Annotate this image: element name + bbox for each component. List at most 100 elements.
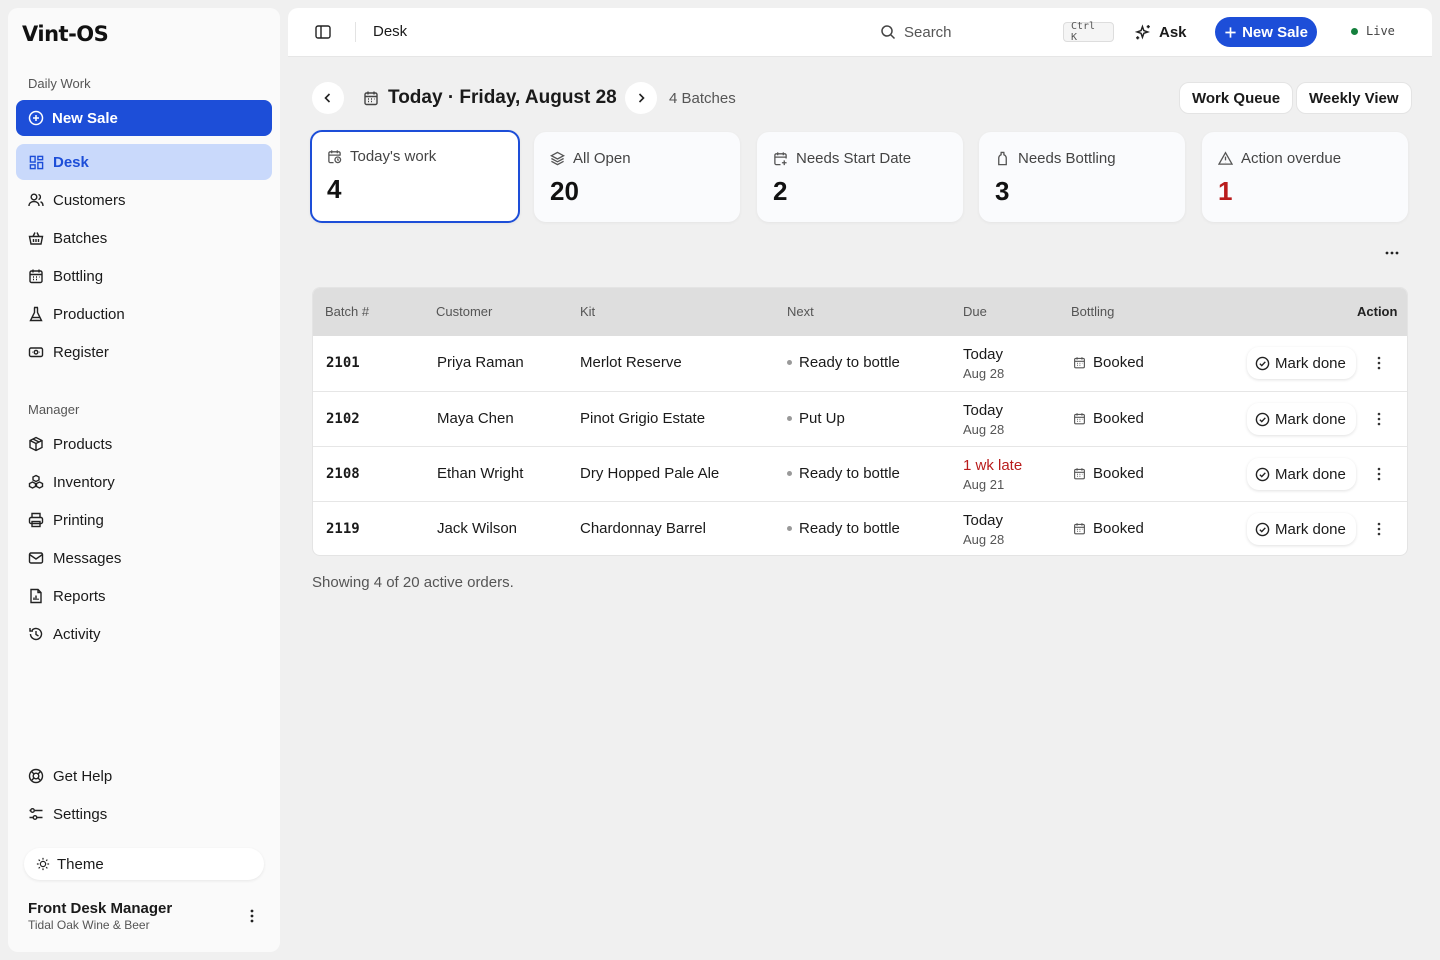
section-label-manager: Manager xyxy=(28,402,80,417)
weekly-view-button[interactable]: Weekly View xyxy=(1296,82,1412,114)
vertical-dots-icon xyxy=(1377,522,1381,536)
column-header-customer[interactable]: Customer xyxy=(436,304,492,319)
sidebar-item-printing[interactable]: Printing xyxy=(16,502,272,538)
due-label: Today xyxy=(963,512,1004,529)
table-row[interactable]: 2101 Priya Raman Merlot Reserve Ready to… xyxy=(313,336,1407,391)
sidebar: Vint-OS Daily Work New Sale Desk Custome… xyxy=(8,8,280,952)
sidebar-item-batches[interactable]: Batches xyxy=(16,220,272,256)
sidebar-item-settings[interactable]: Settings xyxy=(16,796,272,832)
app-logo[interactable]: Vint-OS xyxy=(22,22,132,48)
table-footer-note: Showing 4 of 20 active orders. xyxy=(312,574,514,591)
next-step: Ready to bottle xyxy=(787,465,900,482)
chevron-right-icon xyxy=(638,93,645,103)
row-menu-button[interactable] xyxy=(1371,466,1387,482)
due-date: Aug 21 xyxy=(963,477,1005,492)
sidebar-item-register[interactable]: Register xyxy=(16,334,272,370)
column-header-bottling[interactable]: Bottling xyxy=(1071,304,1114,319)
card-todays-work[interactable]: Today's work 4 xyxy=(310,130,520,223)
table-row[interactable]: 2102 Maya Chen Pinot Grigio Estate Put U… xyxy=(313,391,1407,446)
kit-name: Dry Hopped Pale Ale xyxy=(580,465,720,482)
mark-done-label: Mark done xyxy=(1275,465,1346,483)
table-header: Batch # Customer Kit Next Due Bottling A… xyxy=(313,288,1407,336)
sidebar-item-production[interactable]: Production xyxy=(16,296,272,332)
batch-number: 2119 xyxy=(326,521,360,537)
sidebar-item-customers[interactable]: Customers xyxy=(16,182,272,218)
sidebar-item-inventory[interactable]: Inventory xyxy=(16,464,272,500)
theme-toggle-button[interactable]: Theme xyxy=(24,848,264,880)
sidebar-item-label: Inventory xyxy=(53,473,115,491)
flask-icon xyxy=(28,306,44,322)
calendar-grid-icon xyxy=(28,268,44,284)
mark-done-button[interactable]: Mark done xyxy=(1247,458,1356,490)
sidebar-item-label: Activity xyxy=(53,625,101,643)
table-row[interactable]: 2108 Ethan Wright Dry Hopped Pale Ale Re… xyxy=(313,446,1407,501)
sidebar-item-reports[interactable]: Reports xyxy=(16,578,272,614)
live-label: Live xyxy=(1366,24,1395,38)
sun-icon xyxy=(36,857,50,871)
table-row[interactable]: 2119 Jack Wilson Chardonnay Barrel Ready… xyxy=(313,501,1407,555)
check-circle-icon xyxy=(1255,412,1270,426)
ask-label: Ask xyxy=(1159,23,1187,41)
lifebuoy-icon xyxy=(28,768,44,784)
next-step-text: Ready to bottle xyxy=(799,465,900,482)
user-menu-button[interactable] xyxy=(244,908,260,924)
sidebar-item-products[interactable]: Products xyxy=(16,426,272,462)
work-queue-button[interactable]: Work Queue xyxy=(1179,82,1294,114)
ask-button[interactable]: Ask xyxy=(1135,18,1187,46)
calendar-clock-icon xyxy=(327,149,342,164)
sidebar-item-label: Production xyxy=(53,305,125,323)
calendar-grid-icon xyxy=(1074,468,1085,480)
row-menu-button[interactable] xyxy=(1371,355,1387,371)
card-needs-bottling[interactable]: Needs Bottling 3 xyxy=(979,132,1185,222)
bottling-text: Booked xyxy=(1093,410,1144,427)
search-input[interactable]: Search Ctrl K xyxy=(870,18,1114,46)
previous-day-button[interactable] xyxy=(312,82,344,114)
card-needs-start-date[interactable]: Needs Start Date 2 xyxy=(757,132,963,222)
check-circle-icon xyxy=(1255,522,1270,536)
calendar-grid-icon xyxy=(1074,523,1085,535)
next-day-button[interactable] xyxy=(625,82,657,114)
card-label: Needs Start Date xyxy=(773,150,911,167)
vertical-dots-icon xyxy=(1377,467,1381,481)
mark-done-button[interactable]: Mark done xyxy=(1247,347,1356,379)
due-label: Today xyxy=(963,346,1004,363)
customer-name: Jack Wilson xyxy=(437,520,518,537)
row-menu-button[interactable] xyxy=(1371,411,1387,427)
user-org: Tidal Oak Wine & Beer xyxy=(28,918,150,932)
column-header-batch[interactable]: Batch # xyxy=(325,304,369,319)
sidebar-new-sale-button[interactable]: New Sale xyxy=(16,100,272,136)
main-panel: Desk Search Ctrl K Ask New Sale Live Tod… xyxy=(288,8,1432,952)
mark-done-button[interactable]: Mark done xyxy=(1247,403,1356,435)
row-menu-button[interactable] xyxy=(1371,521,1387,537)
customer-name: Maya Chen xyxy=(437,410,514,427)
due-date: Aug 28 xyxy=(963,532,1005,547)
due-date: Aug 28 xyxy=(963,422,1005,437)
mark-done-button[interactable]: Mark done xyxy=(1247,513,1356,545)
topbar-new-sale-button[interactable]: New Sale xyxy=(1215,17,1317,47)
sidebar-item-label: Register xyxy=(53,343,109,361)
new-sale-label: New Sale xyxy=(52,109,118,127)
date-title-text: Today · Friday, August 28 xyxy=(388,87,617,108)
kit-name: Merlot Reserve xyxy=(580,354,682,371)
sidebar-toggle-button[interactable] xyxy=(314,23,332,41)
column-header-due[interactable]: Due xyxy=(963,304,987,319)
layers-icon xyxy=(550,151,565,166)
due-date: Aug 28 xyxy=(963,366,1005,381)
sidebar-item-messages[interactable]: Messages xyxy=(16,540,272,576)
sidebar-item-label: Settings xyxy=(53,805,108,823)
more-options-button[interactable] xyxy=(1382,246,1402,260)
sidebar-item-get-help[interactable]: Get Help xyxy=(16,758,272,794)
sidebar-item-desk[interactable]: Desk xyxy=(16,144,272,180)
card-all-open[interactable]: All Open 20 xyxy=(534,132,740,222)
bottling-text: Booked xyxy=(1093,520,1144,537)
column-header-kit[interactable]: Kit xyxy=(580,304,595,319)
calendar-grid-icon xyxy=(1074,357,1085,369)
card-label-text: Needs Bottling xyxy=(1018,150,1116,167)
user-name: Front Desk Manager xyxy=(28,900,173,917)
card-label-text: Today's work xyxy=(350,148,437,165)
sidebar-item-activity[interactable]: Activity xyxy=(16,616,272,652)
card-action-overdue[interactable]: Action overdue 1 xyxy=(1202,132,1408,222)
column-header-next[interactable]: Next xyxy=(787,304,814,319)
bottling-status: Booked xyxy=(1073,354,1144,371)
sidebar-item-bottling[interactable]: Bottling xyxy=(16,258,272,294)
